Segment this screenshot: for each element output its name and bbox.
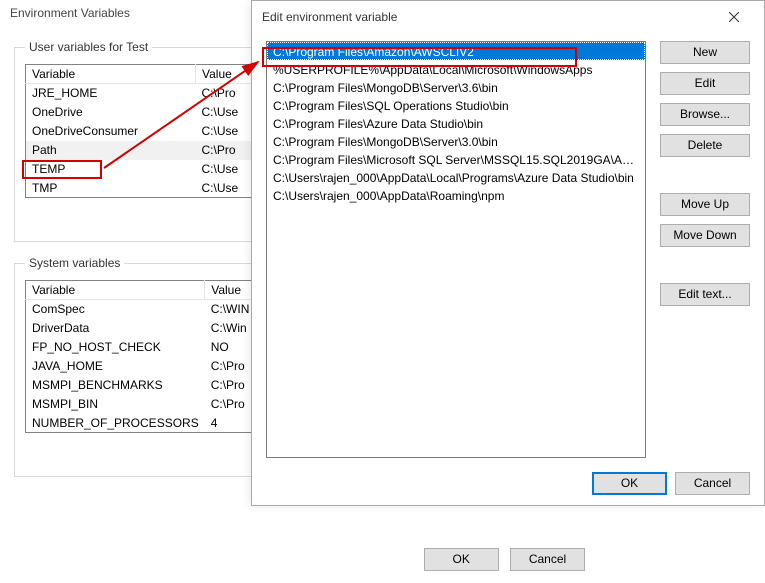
cell-variable: JAVA_HOME: [26, 357, 205, 376]
move-down-button[interactable]: Move Down: [660, 224, 750, 247]
path-entries-listbox[interactable]: C:\Program Files\Amazon\AWSCLIV2%USERPRO…: [266, 41, 646, 458]
edit-button[interactable]: Edit: [660, 72, 750, 95]
col-header-variable[interactable]: Variable: [26, 65, 196, 84]
cell-variable: NUMBER_OF_PROCESSORS: [26, 414, 205, 433]
ok-button[interactable]: OK: [592, 472, 667, 495]
cell-variable: TMP: [26, 179, 196, 198]
browse-button[interactable]: Browse...: [660, 103, 750, 126]
cell-variable: OneDriveConsumer: [26, 122, 196, 141]
new-button[interactable]: New: [660, 41, 750, 64]
cancel-button[interactable]: Cancel: [675, 472, 750, 495]
col-header-variable[interactable]: Variable: [26, 281, 205, 300]
user-vars-legend: User variables for Test: [25, 40, 152, 54]
edit-env-var-titlebar[interactable]: Edit environment variable: [252, 1, 764, 33]
cell-variable: JRE_HOME: [26, 84, 196, 103]
list-item[interactable]: %USERPROFILE%\AppData\Local\Microsoft\Wi…: [267, 60, 645, 78]
cell-variable: DriverData: [26, 319, 205, 338]
list-item[interactable]: C:\Users\rajen_000\AppData\Local\Program…: [267, 168, 645, 186]
cell-variable: TEMP: [26, 160, 196, 179]
list-item[interactable]: C:\Users\rajen_000\AppData\Roaming\npm: [267, 186, 645, 204]
cell-variable: Path: [26, 141, 196, 160]
cell-variable: OneDrive: [26, 103, 196, 122]
cell-variable: FP_NO_HOST_CHECK: [26, 338, 205, 357]
list-item[interactable]: C:\Program Files\MongoDB\Server\3.6\bin: [267, 78, 645, 96]
edit-env-var-dialog: Edit environment variable C:\Program Fil…: [251, 0, 765, 506]
delete-button[interactable]: Delete: [660, 134, 750, 157]
cell-variable: MSMPI_BENCHMARKS: [26, 376, 205, 395]
cell-variable: ComSpec: [26, 300, 205, 319]
cell-variable: MSMPI_BIN: [26, 395, 205, 414]
close-button[interactable]: [714, 3, 754, 31]
list-item[interactable]: C:\Program Files\SQL Operations Studio\b…: [267, 96, 645, 114]
edit-env-var-title: Edit environment variable: [262, 10, 714, 24]
list-item[interactable]: C:\Program Files\Amazon\AWSCLIV2: [267, 42, 645, 60]
close-icon: [729, 12, 739, 22]
edit-text-button[interactable]: Edit text...: [660, 283, 750, 306]
list-item[interactable]: C:\Program Files\Azure Data Studio\bin: [267, 114, 645, 132]
list-item[interactable]: C:\Program Files\MongoDB\Server\3.0\bin: [267, 132, 645, 150]
move-up-button[interactable]: Move Up: [660, 193, 750, 216]
system-vars-legend: System variables: [25, 256, 124, 270]
list-item[interactable]: C:\Program Files\Microsoft SQL Server\MS…: [267, 150, 645, 168]
env-ok-button[interactable]: OK: [424, 548, 499, 571]
env-cancel-button[interactable]: Cancel: [510, 548, 585, 571]
